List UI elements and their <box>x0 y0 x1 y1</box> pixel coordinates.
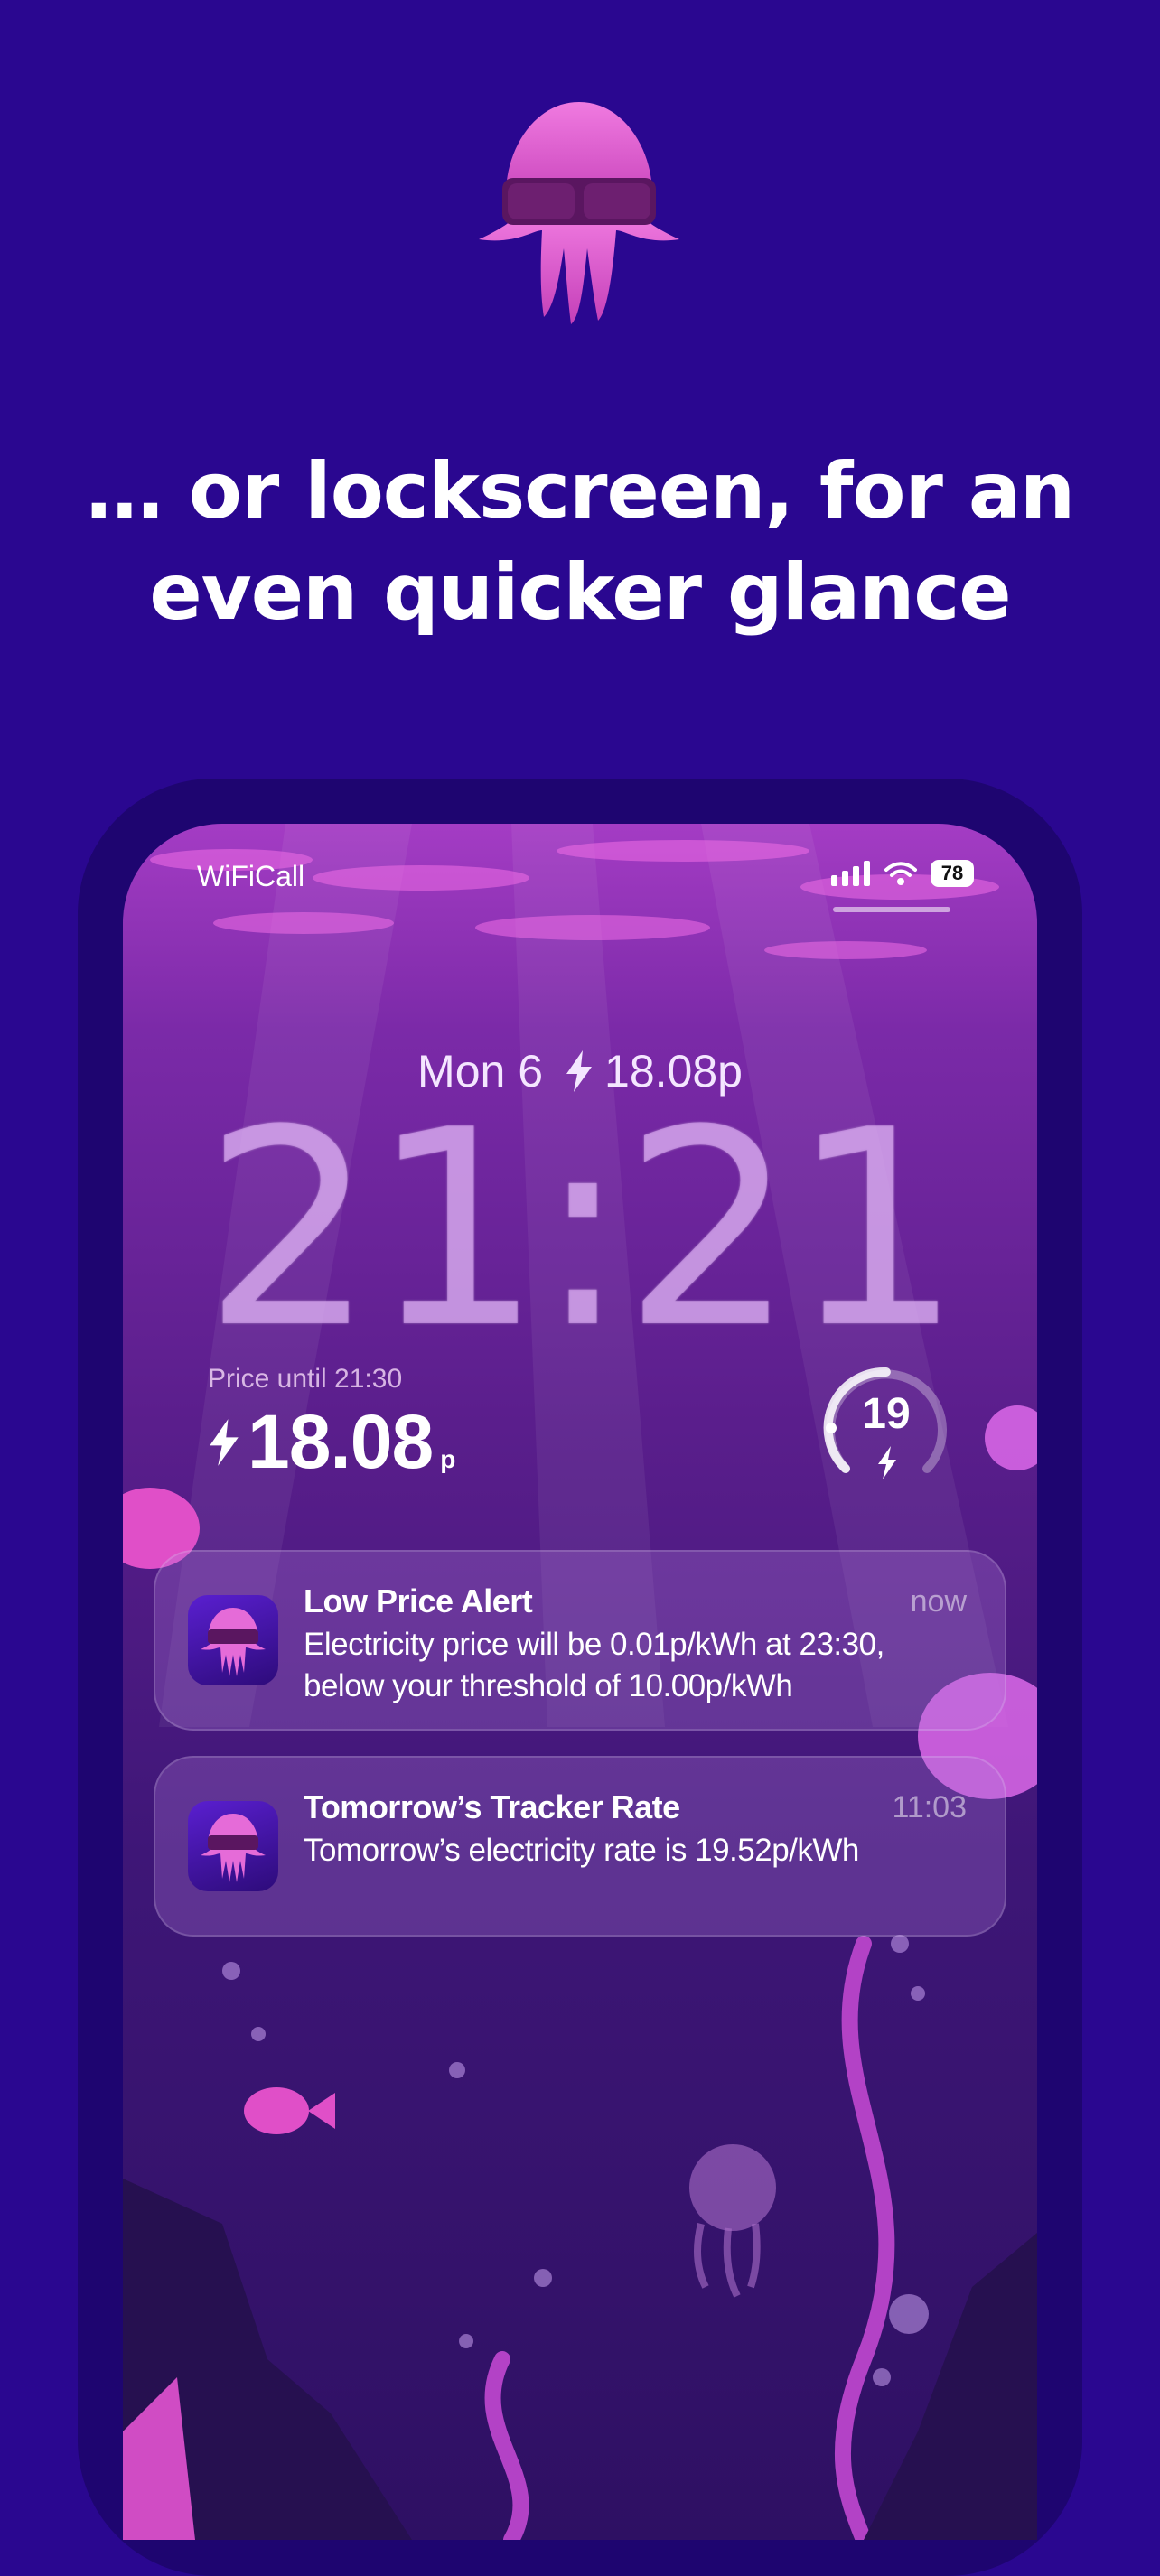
notification-tomorrow-tracker-rate[interactable]: Tomorrow’s Tracker Rate 11:03 Tomorrow’s… <box>154 1756 1006 1937</box>
status-bar: WiFiCall 78 <box>123 824 1037 932</box>
notification-low-price-alert[interactable]: Low Price Alert now Electricity price wi… <box>154 1550 1006 1731</box>
notification-body: Tomorrow’s electricity rate is 19.52p/kW… <box>304 1833 859 1868</box>
notification-time: now <box>910 1584 967 1619</box>
price-caption: Price until 21:30 <box>208 1364 403 1394</box>
seaweed <box>484 1936 895 2540</box>
price-gauge-widget[interactable]: 19 <box>819 1360 954 1496</box>
gauge-value: 19 <box>862 1390 911 1438</box>
notification-body: Electricity price will be 0.01p/kWh at 2… <box>304 1627 884 1703</box>
small-jellyfish <box>689 2144 776 2298</box>
jellyfish-logo-icon <box>479 102 679 324</box>
carrier-label: WiFiCall <box>197 860 305 892</box>
status-icons: 78 <box>831 860 974 887</box>
price-number: 18.08 <box>248 1399 434 1484</box>
lockscreen-time: 21:21 <box>202 1072 963 1387</box>
status-underline <box>833 907 950 912</box>
wifi-icon <box>884 862 917 885</box>
app-icon <box>188 1801 278 1891</box>
app-icon <box>188 1595 278 1685</box>
notification-title: Tomorrow’s Tracker Rate <box>304 1788 680 1825</box>
battery-indicator: 78 <box>931 860 974 887</box>
price-value-row: 18.08 p <box>208 1398 455 1486</box>
price-widget[interactable]: Price until 21:30 18.08 p <box>208 1364 455 1486</box>
headline: … or lockscreen, for an even quicker gla… <box>0 441 1160 643</box>
headline-line-2: even quicker glance <box>149 547 1011 638</box>
lockscreen: WiFiCall 78 Mon 6 18.08p 21:21 Price unt… <box>123 824 1037 2540</box>
bubbles <box>222 1935 929 2386</box>
notification-time: 11:03 <box>892 1790 967 1825</box>
headline-line-1: … or lockscreen, for an <box>85 446 1075 537</box>
jellyfish-app-icon <box>201 1608 266 1676</box>
jellyfish-app-icon <box>201 1814 266 1882</box>
signal-bars-icon <box>831 861 870 886</box>
price-unit: p <box>440 1445 456 1473</box>
notification-title: Low Price Alert <box>304 1582 533 1619</box>
rocks <box>123 2179 1037 2540</box>
lightning-bolt-icon <box>210 1419 239 1466</box>
